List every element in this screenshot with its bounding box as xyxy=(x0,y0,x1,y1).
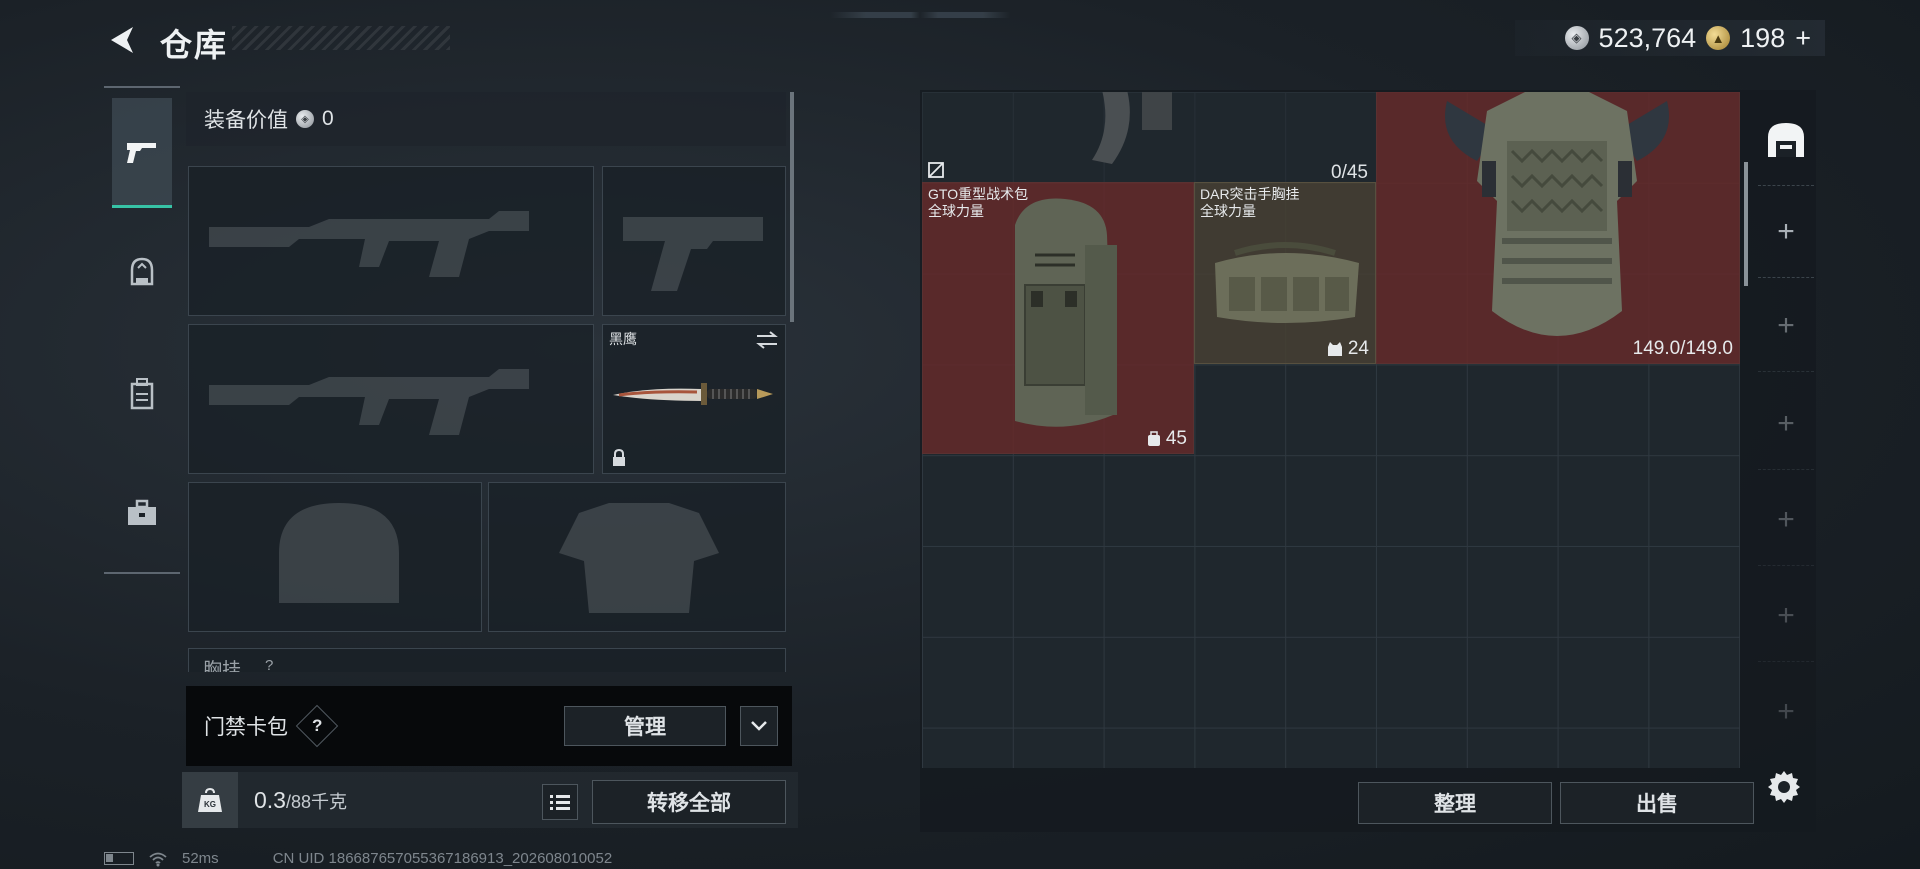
storage-scrollbar[interactable] xyxy=(1744,162,1748,286)
tab-add-storage-1[interactable]: + xyxy=(1758,186,1814,278)
weight-current: 0.3 xyxy=(254,786,286,813)
page-title: 仓库 xyxy=(160,27,229,63)
sell-button[interactable]: 出售 xyxy=(1560,782,1754,824)
back-button[interactable] xyxy=(102,20,142,60)
transfer-all-button[interactable]: 转移全部 xyxy=(592,780,786,824)
helmet-silhouette-icon xyxy=(279,503,399,603)
item-name: DAR突击手胸挂 xyxy=(1200,186,1300,202)
currency-bar: ◈ 523,764 ▲ 198 + xyxy=(1514,20,1825,56)
warehouse-icon xyxy=(1768,122,1804,157)
tab-add-storage-3[interactable]: + xyxy=(1758,378,1814,470)
chest-rig-hint: ? xyxy=(265,657,274,672)
silver-amount: 523,764 xyxy=(1598,22,1697,53)
list-view-button[interactable] xyxy=(542,784,578,820)
chest-rig-slot[interactable]: 胸挂 ? xyxy=(188,648,786,672)
tab-toolbox[interactable] xyxy=(112,458,172,568)
backpack-small-icon xyxy=(1147,431,1160,446)
equipment-value-label: 装备价值 xyxy=(204,109,288,132)
weight-readout: 0.3/88千克 xyxy=(254,787,347,814)
back-arrow-icon xyxy=(111,27,133,53)
backpack-image xyxy=(1015,198,1117,427)
top-decoration xyxy=(830,12,1010,18)
storage-grid[interactable]: 0/45 GTO重型战术包 全球力量 45 DAR突击手胸挂 全球力量 24 1… xyxy=(922,92,1740,768)
armor-slot[interactable] xyxy=(488,482,786,632)
tab-warehouse[interactable] xyxy=(1758,94,1814,186)
battery-icon xyxy=(104,852,134,865)
swap-icon[interactable] xyxy=(755,331,779,349)
chest-rig-image xyxy=(1215,242,1359,323)
item-stat-value: 24 xyxy=(1347,338,1369,359)
card-dropdown-button[interactable] xyxy=(740,706,778,746)
title-decoration xyxy=(232,26,450,50)
manage-button[interactable]: 管理 xyxy=(564,706,726,746)
equipment-value: 0 xyxy=(322,107,334,130)
uid-text: CN UID 186687657055367186913_20260801005… xyxy=(272,850,613,867)
silver-coin-icon: ◈ xyxy=(296,110,314,128)
storage-tabs: + + + + + + xyxy=(1756,92,1816,742)
magazine-image xyxy=(1092,92,1172,164)
secondary-weapon-slot[interactable] xyxy=(602,166,786,316)
wifi-icon xyxy=(149,852,167,866)
tab-weapons[interactable] xyxy=(112,98,172,208)
silver-coin-icon: ◈ xyxy=(1564,26,1589,50)
help-icon[interactable]: ? xyxy=(295,704,339,748)
storage-item-backpack[interactable]: GTO重型战术包 全球力量 45 xyxy=(922,182,1194,454)
storage-item-chest-rig[interactable]: DAR突击手胸挂 全球力量 24 xyxy=(1194,182,1376,364)
gold-amount: 198 xyxy=(1740,22,1786,53)
body-armor-image xyxy=(1445,92,1669,336)
svg-text:KG: KG xyxy=(204,800,216,809)
vest-small-icon xyxy=(1327,342,1342,356)
item-brand: 全球力量 xyxy=(1200,203,1256,219)
settings-button[interactable] xyxy=(1762,764,1806,808)
pistol-silhouette-icon xyxy=(623,217,763,291)
tab-helmet[interactable] xyxy=(112,218,172,328)
primary-weapon-slot[interactable] xyxy=(188,166,594,316)
armor-silhouette-icon xyxy=(559,503,719,613)
status-footer: 52ms CN UID 186687657055367186913_202608… xyxy=(104,850,612,867)
knife-name: 黑鹰 xyxy=(609,331,637,347)
equipment-value-bar: 装备价值 ◈ 0 xyxy=(186,92,786,146)
weight-max: /88千克 xyxy=(285,791,348,812)
item-stat-value: 149.0/149.0 xyxy=(1632,338,1733,359)
tab-add-storage-5[interactable]: + xyxy=(1758,570,1814,662)
equipment-panel: 装备价值 ◈ 0 黑鹰 胸挂 ? xyxy=(186,92,792,672)
tab-add-storage-2[interactable]: + xyxy=(1758,280,1814,372)
chevron-down-icon xyxy=(751,721,767,731)
list-icon xyxy=(550,795,570,810)
helmet-icon xyxy=(130,257,154,286)
tab-backpack[interactable] xyxy=(112,338,172,448)
no-stack-icon xyxy=(928,162,944,178)
sort-button[interactable]: 整理 xyxy=(1358,782,1552,824)
pistol-icon xyxy=(127,142,156,163)
tab-add-storage-6[interactable]: + xyxy=(1758,666,1814,758)
equipment-scrollbar[interactable] xyxy=(790,92,794,322)
rifle-silhouette-icon xyxy=(209,369,529,435)
chest-rig-label: 胸挂 xyxy=(203,660,242,672)
equipment-category-tabs xyxy=(104,86,180,574)
gear-icon xyxy=(1768,771,1800,803)
toolbox-icon xyxy=(128,499,156,525)
item-stat-value: 45 xyxy=(1165,428,1187,449)
kg-weight-icon: KG xyxy=(198,787,222,812)
access-card-label: 门禁卡包 xyxy=(204,716,288,739)
storage-item-body-armor[interactable]: 149.0/149.0 xyxy=(1376,92,1740,364)
knife-slot[interactable]: 黑鹰 xyxy=(602,324,786,474)
item-capacity: 0/45 xyxy=(1331,162,1368,182)
storage-item-partial[interactable]: 0/45 xyxy=(922,92,1376,182)
item-brand: 全球力量 xyxy=(928,203,984,219)
gold-add-button[interactable]: + xyxy=(1795,23,1811,54)
knife-image xyxy=(613,383,773,405)
tab-add-storage-4[interactable]: + xyxy=(1758,474,1814,566)
helmet-slot[interactable] xyxy=(188,482,482,632)
backpack-icon xyxy=(130,378,154,410)
lock-icon xyxy=(613,449,625,466)
rifle-silhouette-icon xyxy=(209,211,529,277)
ping-text: 52ms xyxy=(182,850,219,867)
weight-icon: KG xyxy=(182,772,238,828)
gold-coin-icon: ▲ xyxy=(1706,26,1731,50)
tertiary-weapon-slot[interactable] xyxy=(188,324,594,474)
